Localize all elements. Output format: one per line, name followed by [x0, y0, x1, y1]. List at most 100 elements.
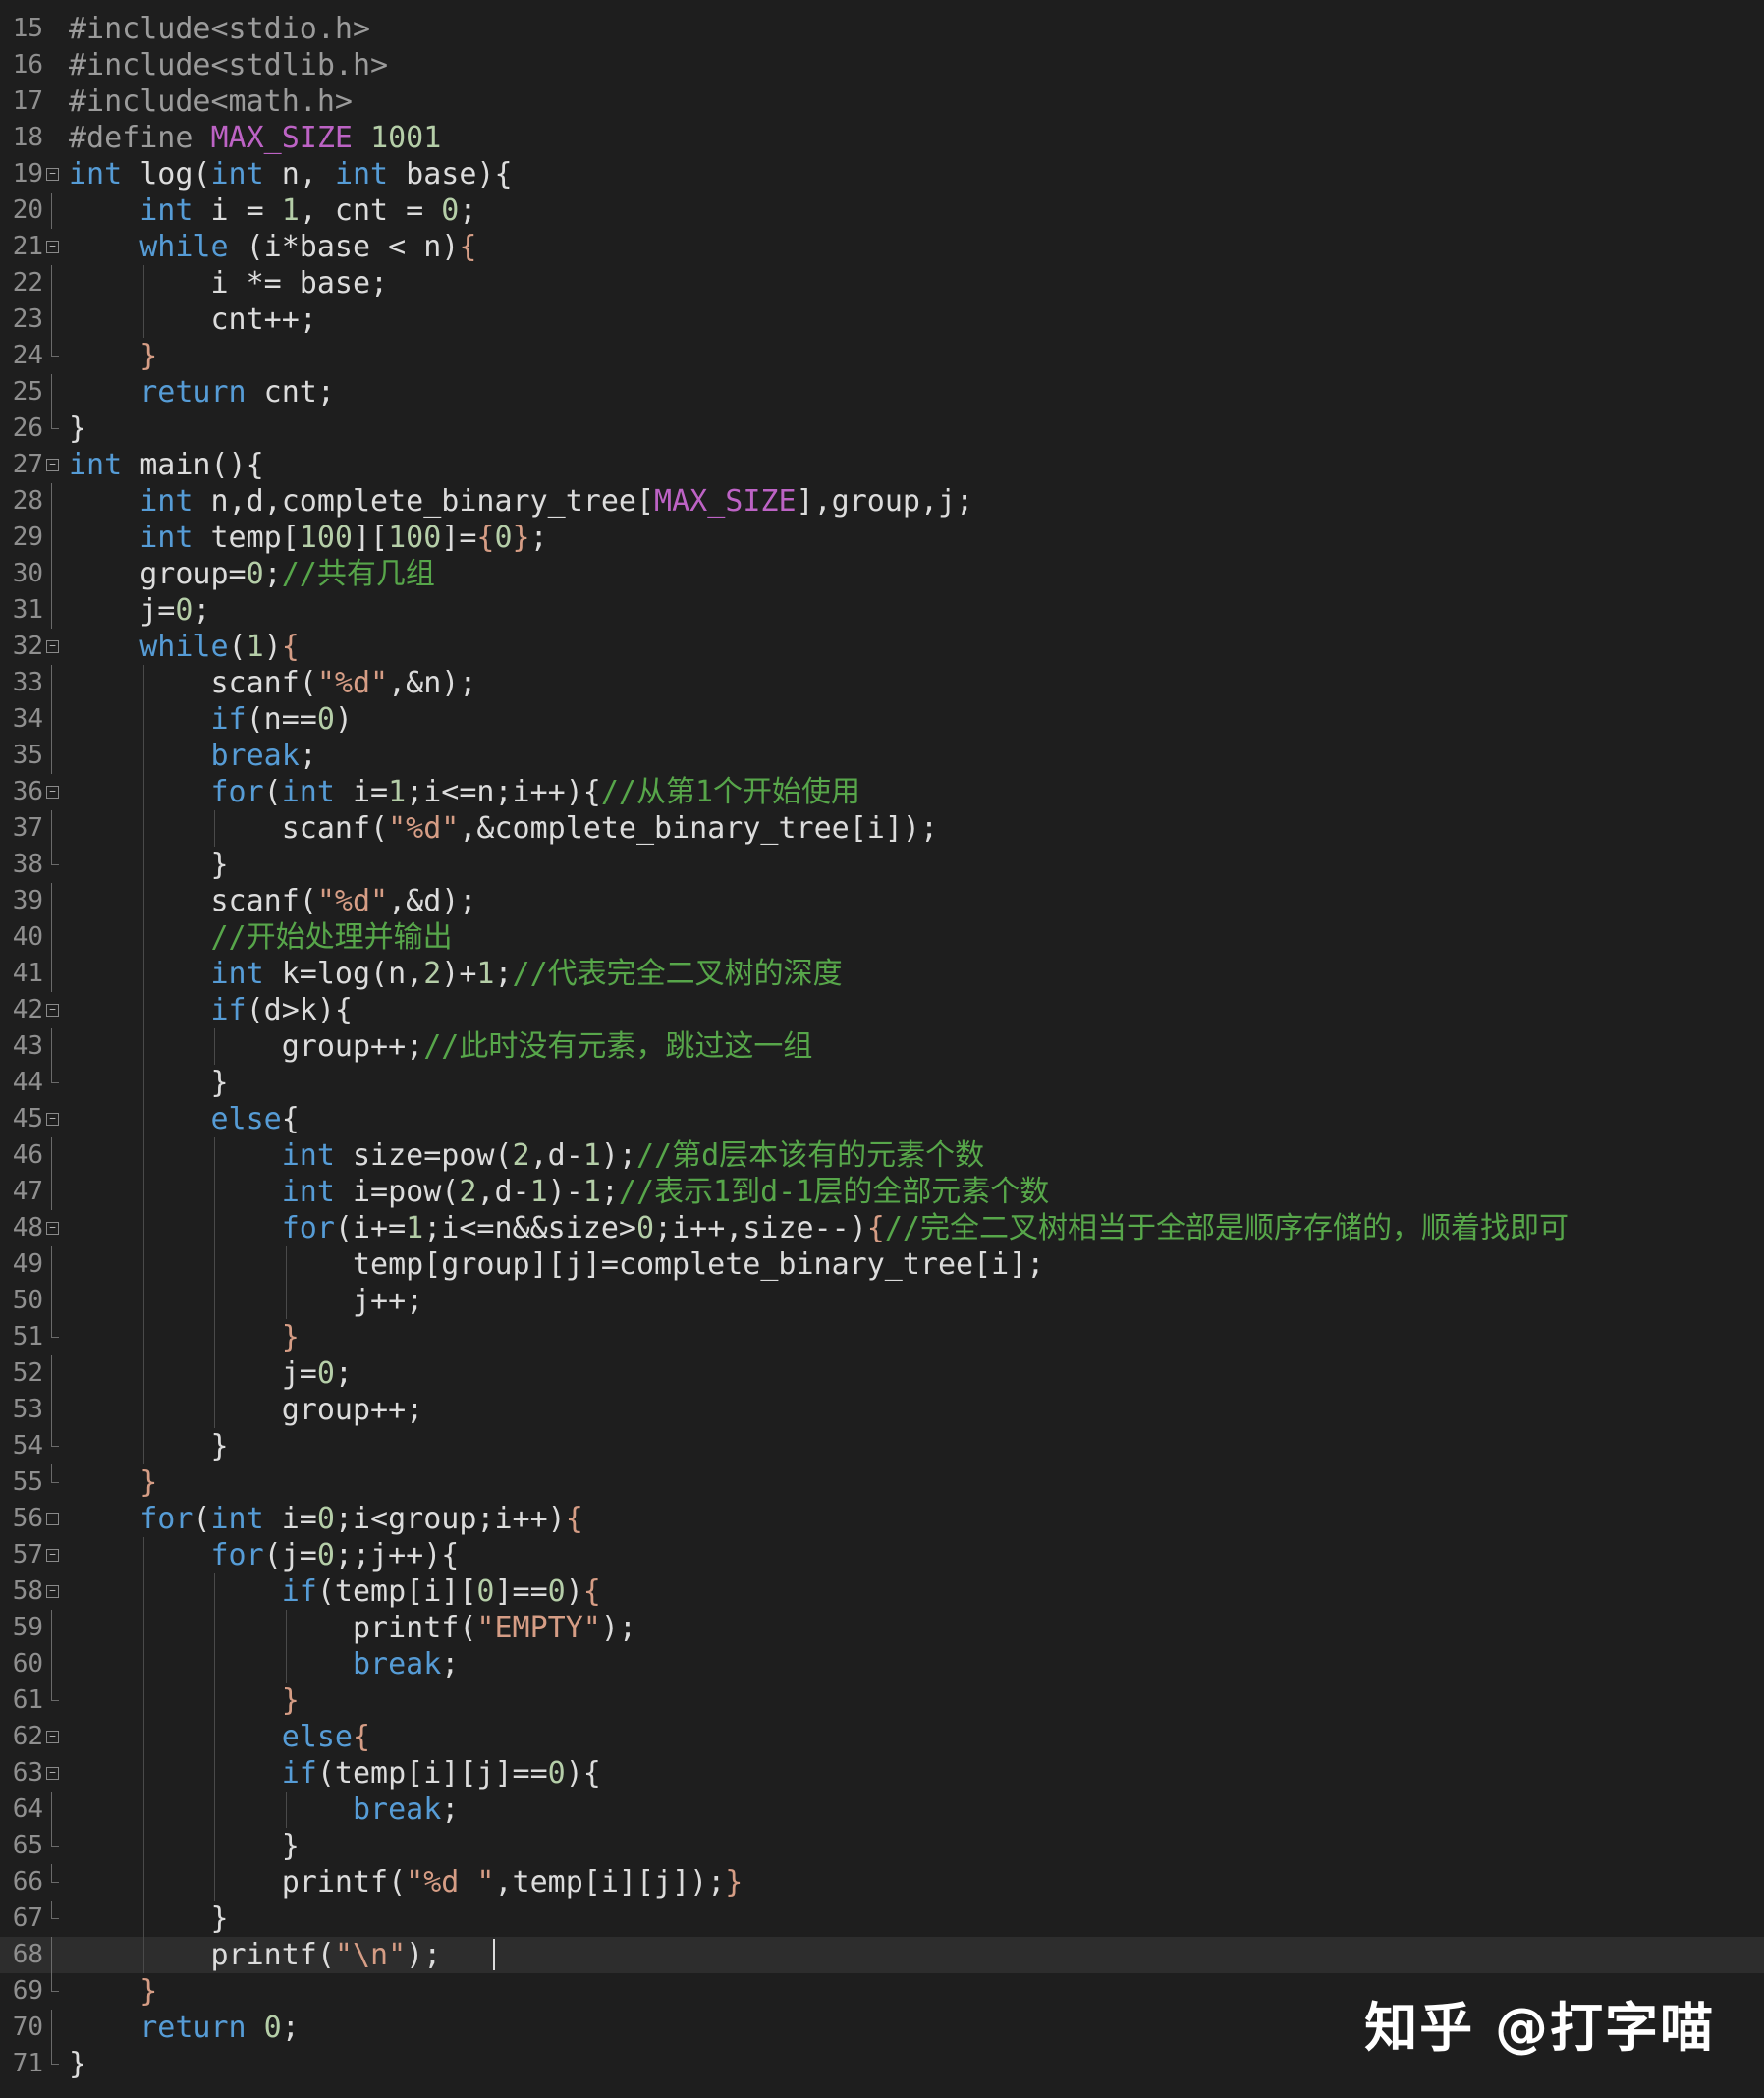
- fold-toggle-icon[interactable]: −: [46, 1113, 59, 1126]
- code-line[interactable]: 34 if(n==0): [0, 701, 1764, 738]
- code-line[interactable]: 50 j++;: [0, 1283, 1764, 1319]
- fold-toggle-icon[interactable]: −: [46, 1222, 59, 1235]
- fold-toggle-icon[interactable]: −: [46, 786, 59, 799]
- indent-guide: [143, 1319, 145, 1355]
- code-line[interactable]: 17 #include<math.h>: [0, 83, 1764, 120]
- code-line[interactable]: 61}: [0, 1683, 1764, 1719]
- code-line[interactable]: 67}: [0, 1901, 1764, 1937]
- code-line[interactable]: 28 int n,d,complete_binary_tree[MAX_SIZE]…: [0, 483, 1764, 520]
- code-line[interactable]: 22 i *= base;: [0, 265, 1764, 302]
- code-line[interactable]: 57− for(j=0;;j++){: [0, 1537, 1764, 1574]
- code-line[interactable]: 44}: [0, 1065, 1764, 1101]
- line-number: 54: [12, 1431, 43, 1461]
- fold-guide: [51, 1283, 52, 1319]
- code-line[interactable]: 30 group=0;//共有几组: [0, 556, 1764, 592]
- fold-guide: [51, 1392, 52, 1428]
- fold-toggle-icon[interactable]: −: [46, 459, 59, 471]
- code-token: , cnt =: [299, 193, 442, 228]
- code-text: }: [210, 1901, 228, 1937]
- code-line[interactable]: 19− int log(int n, int base){: [0, 156, 1764, 193]
- code-line[interactable]: 56− for(int i=0;i<group;i++){: [0, 1501, 1764, 1537]
- line-number: 31: [12, 595, 43, 625]
- fold-toggle-icon[interactable]: −: [46, 1549, 59, 1562]
- code-token: printf(: [281, 1865, 407, 1900]
- indent-guide: [143, 919, 145, 956]
- watermark: 知乎 @打字喵: [1364, 1997, 1715, 2059]
- code-token: 1: [406, 1211, 424, 1245]
- indent-guide: [214, 1137, 216, 1174]
- code-line[interactable]: 43 group++;//此时没有元素，跳过这一组: [0, 1028, 1764, 1065]
- code-line[interactable]: 27− int main(){: [0, 447, 1764, 483]
- code-line[interactable]: 31 j=0;: [0, 592, 1764, 629]
- fold-toggle-icon[interactable]: −: [46, 1767, 59, 1780]
- line-number: 15: [12, 14, 43, 43]
- code-token: (d>k){: [246, 993, 353, 1027]
- code-token: {: [582, 1574, 601, 1609]
- fold-toggle-icon[interactable]: −: [46, 1731, 59, 1743]
- code-line[interactable]: 63− if(temp[i][j]==0){: [0, 1755, 1764, 1792]
- code-line[interactable]: 29 int temp[100][100]={0};: [0, 520, 1764, 556]
- code-line[interactable]: 68 printf("\n");: [0, 1937, 1764, 1973]
- code-line[interactable]: 64 break;: [0, 1792, 1764, 1828]
- code-line[interactable]: 54}: [0, 1428, 1764, 1464]
- fold-toggle-icon[interactable]: −: [46, 640, 59, 653]
- code-line[interactable]: 40 //开始处理并输出: [0, 919, 1764, 956]
- indent-guide: [214, 1683, 216, 1719]
- code-line[interactable]: 25 return cnt;: [0, 374, 1764, 411]
- fold-toggle-icon[interactable]: −: [46, 1004, 59, 1017]
- code-line[interactable]: 66 printf("%d ",temp[i][j]);}: [0, 1864, 1764, 1901]
- code-token: break: [352, 1793, 442, 1827]
- code-line[interactable]: 24}: [0, 338, 1764, 374]
- code-line[interactable]: 58− if(temp[i][0]==0){: [0, 1574, 1764, 1610]
- code-line[interactable]: 45− else{: [0, 1101, 1764, 1137]
- code-line[interactable]: 55}: [0, 1464, 1764, 1501]
- code-token: //开始处理并输出: [210, 920, 453, 955]
- code-line[interactable]: 51}: [0, 1319, 1764, 1355]
- code-line[interactable]: 16 #include<stdlib.h>: [0, 47, 1764, 83]
- code-line[interactable]: 35 break;: [0, 738, 1764, 774]
- code-line[interactable]: 59 printf("EMPTY");: [0, 1610, 1764, 1646]
- code-line[interactable]: 37 scanf("%d",&complete_binary_tree[i]);: [0, 810, 1764, 847]
- code-line[interactable]: 48− for(i+=1;i<=n&&size>0;i++,size--){//完…: [0, 1210, 1764, 1246]
- fold-toggle-icon[interactable]: −: [46, 1513, 59, 1525]
- code-line[interactable]: 60 break;: [0, 1646, 1764, 1683]
- code-line[interactable]: 41 int k=log(n,2)+1;//代表完全二叉树的深度: [0, 956, 1764, 992]
- fold-toggle-icon[interactable]: −: [46, 168, 59, 181]
- code-line[interactable]: 38}: [0, 847, 1764, 883]
- code-line[interactable]: 20 int i = 1, cnt = 0;: [0, 193, 1764, 229]
- fold-toggle-icon[interactable]: −: [46, 1585, 59, 1598]
- code-line[interactable]: 33 scanf("%d",&n);: [0, 665, 1764, 701]
- code-token: base){: [388, 157, 513, 192]
- code-token: }: [139, 1974, 158, 2009]
- line-number: 29: [12, 523, 43, 552]
- code-editor[interactable]: 15 #include<stdio.h> 16 #include<stdlib.h> 1…: [0, 0, 1764, 2098]
- fold-guide: [51, 1683, 52, 1701]
- code-token: while: [139, 230, 229, 264]
- code-line[interactable]: 47 int i=pow(2,d-1)-1;//表示1到d-1层的全部元素个数: [0, 1174, 1764, 1210]
- code-line[interactable]: 52 j=0;: [0, 1355, 1764, 1392]
- code-token: "%d": [316, 884, 389, 918]
- code-line[interactable]: 36− for(int i=1;i<=n;i++){//从第1个开始使用: [0, 774, 1764, 810]
- code-text: j=0;: [139, 592, 210, 629]
- code-line[interactable]: 62− else{: [0, 1719, 1764, 1755]
- code-text: }: [139, 1464, 157, 1501]
- code-line[interactable]: 39 scanf("%d",&d);: [0, 883, 1764, 919]
- indent-guide: [143, 1137, 145, 1174]
- fold-toggle-icon[interactable]: −: [46, 241, 59, 253]
- code-line[interactable]: 53 group++;: [0, 1392, 1764, 1428]
- indent-guide: [143, 1283, 145, 1319]
- code-line[interactable]: 42− if(d>k){: [0, 992, 1764, 1028]
- indent-guide: [143, 1755, 145, 1792]
- code-token: scanf(: [281, 811, 389, 846]
- code-line[interactable]: 46 int size=pow(2,d-1);//第d层本该有的元素个数: [0, 1137, 1764, 1174]
- code-line[interactable]: 49 temp[group][j]=complete_binary_tree[i]…: [0, 1246, 1764, 1283]
- code-line[interactable]: 15 #include<stdio.h>: [0, 11, 1764, 47]
- code-line[interactable]: 18 #define MAX_SIZE 1001: [0, 120, 1764, 156]
- code-line[interactable]: 26}: [0, 411, 1764, 447]
- code-line[interactable]: 32− while(1){: [0, 629, 1764, 665]
- code-line[interactable]: 23 cnt++;: [0, 302, 1764, 338]
- code-token: {: [866, 1211, 885, 1245]
- code-line[interactable]: 21− while (i*base < n){: [0, 229, 1764, 265]
- code-line[interactable]: 65}: [0, 1828, 1764, 1864]
- fold-end-marker: [51, 1882, 59, 1883]
